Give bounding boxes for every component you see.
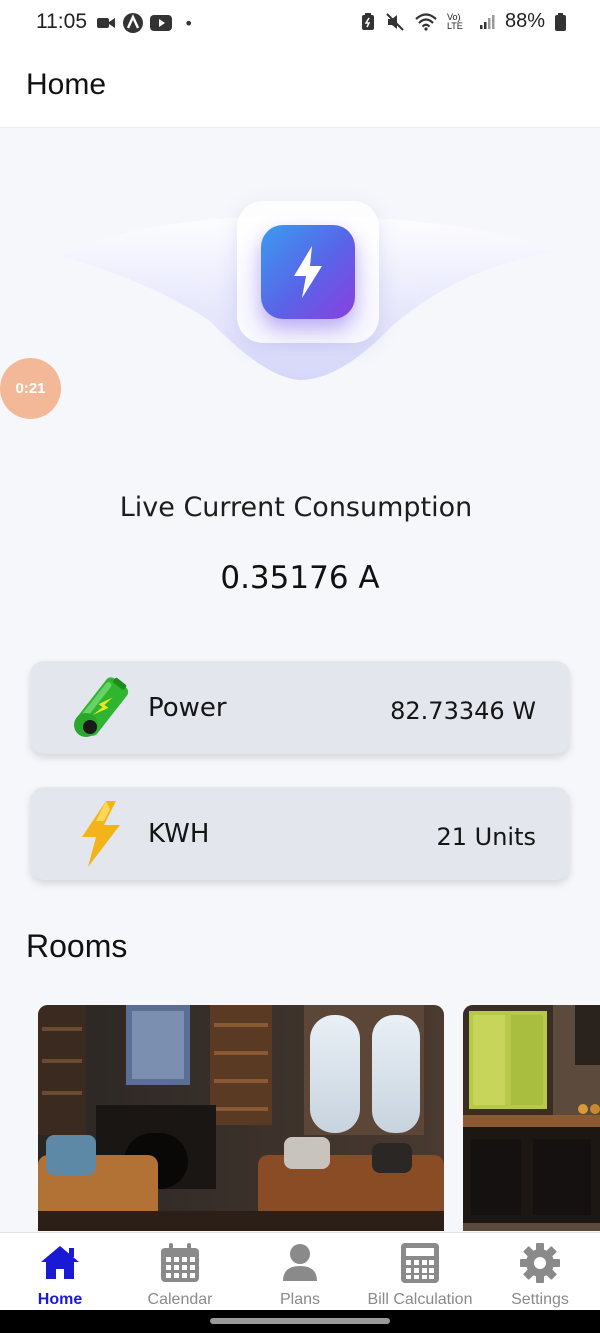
room-card-kitchen[interactable] xyxy=(463,1005,600,1231)
kwh-card[interactable]: KWH 21 Units xyxy=(30,787,570,880)
nav-calendar[interactable]: Calendar xyxy=(120,1233,240,1311)
notification-dot: • xyxy=(184,13,194,33)
power-label: Power xyxy=(148,693,227,723)
app-logo xyxy=(261,225,355,319)
status-time: 11:05 xyxy=(36,10,87,33)
notification-icons: • xyxy=(96,12,193,34)
nav-label-calendar: Calendar xyxy=(147,1291,213,1308)
room-card-living-room[interactable] xyxy=(38,1005,444,1231)
mute-icon xyxy=(386,12,404,31)
kwh-label: KWH xyxy=(148,819,210,849)
nav-settings[interactable]: Settings xyxy=(480,1233,600,1311)
consumption-value: 0.35176 A xyxy=(220,560,380,596)
status-bar: 11:05 • Vo) LTE 88% xyxy=(0,0,600,46)
app-bar: Home xyxy=(0,46,600,128)
status-indicators: Vo) LTE 88% xyxy=(361,10,566,33)
living-room-image xyxy=(38,1005,444,1231)
nav-label-bill-calculation: Bill Calculation xyxy=(367,1291,473,1308)
home-gesture-handle[interactable] xyxy=(210,1318,390,1324)
nav-plans[interactable]: Plans xyxy=(240,1233,360,1311)
calculator-icon xyxy=(401,1243,439,1283)
power-card[interactable]: Power 82.73346 W xyxy=(30,661,570,754)
recording-timer-badge[interactable]: 0:21 xyxy=(0,358,61,419)
system-gesture-bar xyxy=(0,1310,600,1333)
kwh-value: 21 Units xyxy=(436,823,536,851)
data-saver-icon xyxy=(361,12,374,30)
power-value: 82.73346 W xyxy=(390,697,536,725)
nav-label-plans: Plans xyxy=(279,1291,321,1308)
battery-percent: 88% xyxy=(504,10,545,32)
battery-icon xyxy=(555,12,566,31)
rooms-heading: Rooms xyxy=(26,928,128,964)
app-notification-icon xyxy=(123,13,143,33)
hero-banner xyxy=(0,146,600,406)
lightning-icon xyxy=(294,246,322,298)
lightning-icon xyxy=(66,801,138,867)
wifi-icon xyxy=(415,12,437,31)
youtube-icon xyxy=(150,15,172,31)
signal-icon xyxy=(479,14,495,29)
consumption-label: Live Current Consumption xyxy=(119,492,473,523)
calendar-icon xyxy=(161,1243,199,1282)
gear-icon xyxy=(520,1243,560,1283)
kitchen-image xyxy=(463,1005,600,1231)
nav-label-home: Home xyxy=(37,1291,83,1308)
battery-icon xyxy=(66,675,138,741)
bottom-navigation: Home Calendar Plans Bill Calculation Set… xyxy=(0,1232,600,1310)
nav-home[interactable]: Home xyxy=(0,1233,120,1311)
volte-indicator: Vo) LTE xyxy=(446,11,463,31)
nav-label-settings: Settings xyxy=(511,1291,569,1308)
video-call-icon xyxy=(97,18,115,28)
app-logo-frame xyxy=(237,201,379,343)
page-title: Home xyxy=(26,68,107,101)
nav-bill-calculation[interactable]: Bill Calculation xyxy=(360,1233,480,1311)
home-icon xyxy=(41,1246,79,1279)
person-icon xyxy=(283,1244,317,1281)
